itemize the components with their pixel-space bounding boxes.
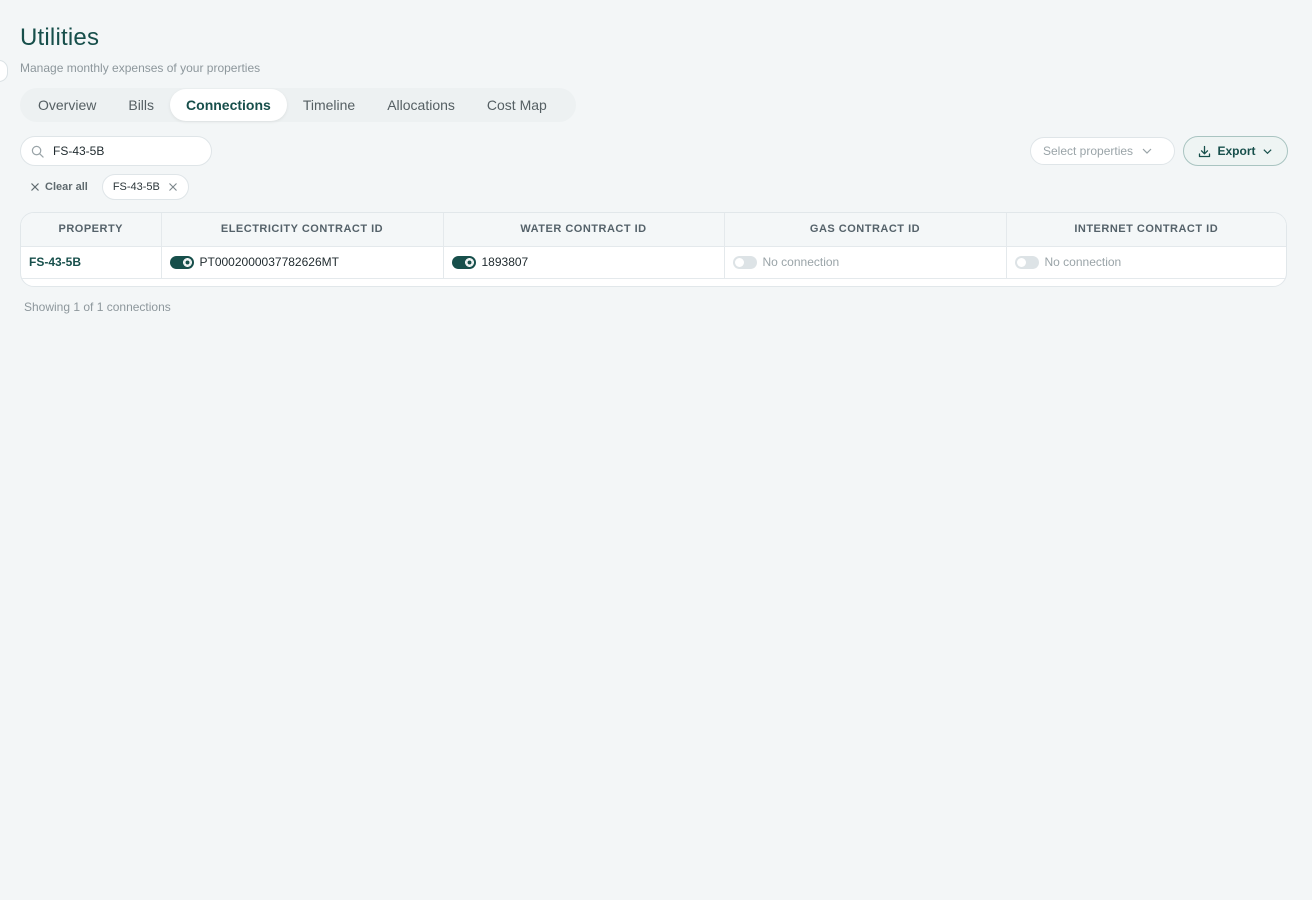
tab-timeline[interactable]: Timeline [287,89,371,121]
water-contract-id: 1893807 [481,255,529,269]
internet-contract-id: No connection [1044,255,1122,269]
active-filters: Clear all FS-43-5B [20,174,189,200]
close-icon [31,183,39,191]
tab-overview[interactable]: Overview [22,89,112,121]
gas-cell: No connection [724,246,1007,279]
tab-bills[interactable]: Bills [112,89,170,121]
tab-cost-map[interactable]: Cost Map [471,89,563,121]
gas-contract-id: No connection [762,255,840,269]
filter-chip-label: FS-43-5B [112,181,160,193]
search-input[interactable] [53,144,203,158]
column-header-water[interactable]: Water Contract ID [443,213,725,247]
download-icon [1199,145,1211,157]
clear-all-label: Clear all [45,181,88,193]
page-title: Utilities [20,24,100,51]
table-header-row: Property Electricity Contract ID Water C… [21,213,1286,247]
column-header-internet[interactable]: Internet Contract ID [1006,213,1286,247]
search-icon [31,145,44,158]
tab-bar: Overview Bills Connections Timeline Allo… [20,88,576,122]
page-subtitle: Manage monthly expenses of your properti… [20,61,261,75]
tab-connections[interactable]: Connections [170,89,287,121]
water-toggle[interactable] [451,255,476,269]
search-box[interactable] [20,136,212,166]
select-properties-label: Select properties [1043,144,1134,158]
export-button[interactable]: Export [1183,136,1288,166]
select-properties-dropdown[interactable]: Select properties [1030,137,1175,165]
gas-toggle[interactable] [732,255,757,269]
results-count: Showing 1 of 1 connections [24,300,171,314]
export-label: Export [1217,144,1256,158]
chevron-down-icon [1262,148,1272,154]
column-header-property[interactable]: Property [21,213,162,247]
water-cell: 1893807 [443,246,725,279]
electricity-toggle[interactable] [169,255,194,269]
column-header-electricity[interactable]: Electricity Contract ID [161,213,444,247]
property-cell[interactable]: FS-43-5B [21,246,162,279]
internet-cell: No connection [1006,246,1286,279]
column-header-gas[interactable]: Gas Contract ID [724,213,1007,247]
filter-chip: FS-43-5B [101,174,189,200]
sidebar-collapse-handle[interactable] [0,60,8,82]
chevron-down-icon [1142,148,1152,154]
clear-all-button[interactable]: Clear all [20,181,88,193]
electricity-contract-id: PT0002000037782626MT [199,255,339,269]
close-icon[interactable] [168,182,178,192]
table-row: FS-43-5B PT0002000037782626MT 1893807 No… [21,246,1286,279]
electricity-cell: PT0002000037782626MT [161,246,444,279]
tab-allocations[interactable]: Allocations [371,89,471,121]
connections-table: Property Electricity Contract ID Water C… [20,212,1287,287]
internet-toggle[interactable] [1014,255,1039,269]
